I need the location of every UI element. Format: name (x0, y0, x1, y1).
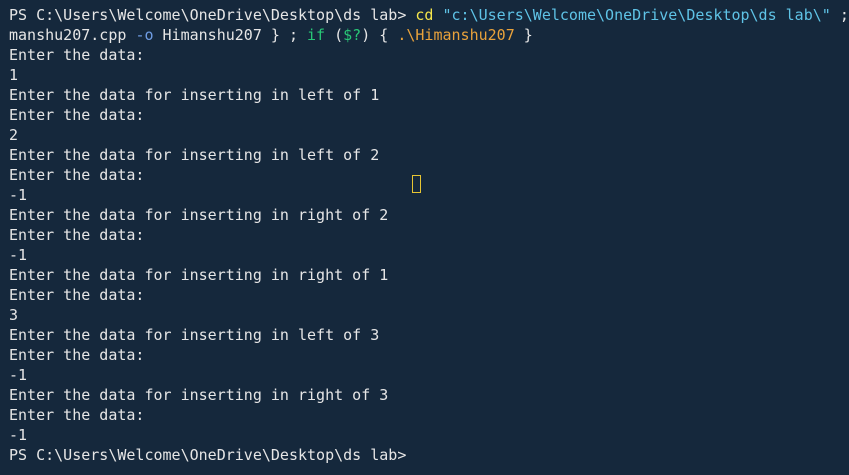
output-line: Enter the data for inserting in right of… (9, 206, 389, 224)
output-line: Enter the data for inserting in right of… (9, 266, 389, 284)
output-line: -1 (9, 186, 28, 204)
output-line: 3 (9, 306, 19, 324)
paren-open: ( (325, 26, 344, 44)
output-line: -1 (9, 366, 28, 384)
output-line: Enter the data: (9, 406, 145, 424)
output-line: Enter the data for inserting in left of … (9, 326, 380, 344)
output-line: Enter the data: (9, 346, 145, 364)
output-line: -1 (9, 246, 28, 264)
command-name: cd (415, 6, 434, 24)
program-output: Enter the data: 1 Enter the data for ins… (9, 45, 849, 445)
output-flag: -o (135, 26, 154, 44)
command-line: PS C:\Users\Welcome\OneDrive\Desktop\ds … (9, 5, 849, 25)
prompt: PS C:\Users\Welcome\OneDrive\Desktop\ds … (9, 6, 416, 24)
paren-close: ) { (361, 26, 398, 44)
output-line: Enter the data for inserting in right of… (9, 386, 389, 404)
source-file: manshu207.cpp (9, 26, 136, 44)
output-line: Enter the data: (9, 46, 145, 64)
path-string: "c:\Users\Welcome\OneDrive\Desktop\ds la… (442, 6, 831, 24)
output-line: Enter the data for inserting in left of … (9, 86, 380, 104)
output-line: -1 (9, 426, 28, 444)
block-close: } (514, 26, 533, 44)
output-line: Enter the data: (9, 106, 145, 124)
output-line: Enter the data: (9, 226, 145, 244)
output-line: 1 (9, 66, 19, 84)
output-line: Enter the data: (9, 166, 145, 184)
output-line: Enter the data: (9, 286, 145, 304)
if-keyword: if (307, 26, 326, 44)
output-name: Himanshu207 } ; (153, 26, 308, 44)
status-variable: $? (343, 26, 362, 44)
output-line: 2 (9, 126, 19, 144)
command-tail: ; (830, 6, 849, 24)
final-prompt: PS C:\Users\Welcome\OneDrive\Desktop\ds … (9, 446, 407, 464)
executable-path: .\Himanshu207 (397, 26, 515, 44)
command-line-continuation: manshu207.cpp -o Himanshu207 } ; if ($?)… (9, 25, 849, 45)
text-cursor (412, 175, 421, 193)
output-line: Enter the data for inserting in left of … (9, 146, 380, 164)
terminal-panel[interactable]: PS C:\Users\Welcome\OneDrive\Desktop\ds … (0, 0, 849, 475)
